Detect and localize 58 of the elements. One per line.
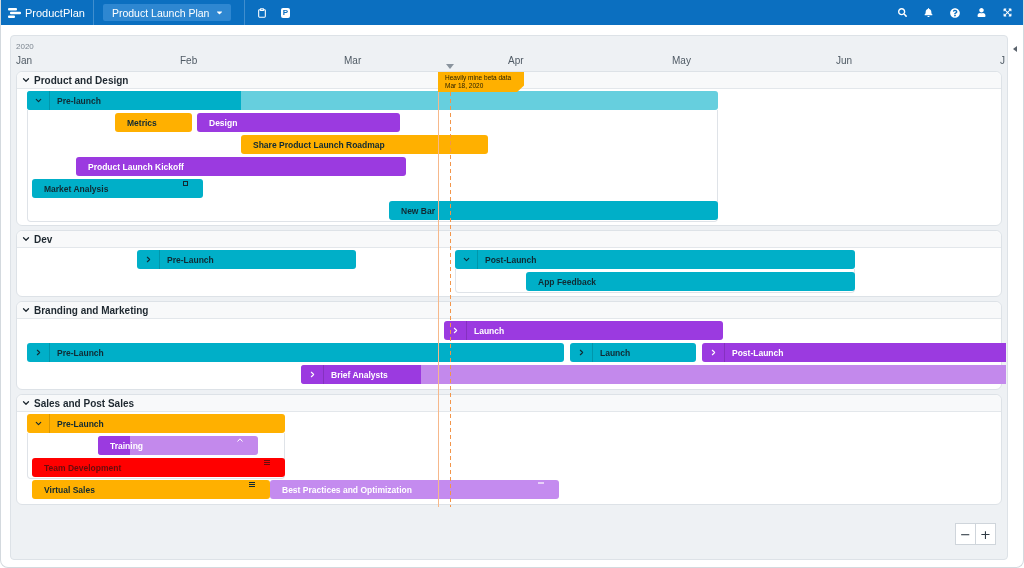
lane-title: Branding and Marketing xyxy=(34,304,149,316)
year-label: 2020 xyxy=(16,42,34,52)
caret-up-icon xyxy=(237,438,243,442)
zoom-in-button[interactable]: + xyxy=(975,523,996,545)
task-bar[interactable]: Design xyxy=(197,113,400,132)
month-label: Jun xyxy=(836,55,853,67)
group-bar[interactable]: Pre-launch xyxy=(27,91,718,110)
group-bar[interactable]: Launch xyxy=(444,321,723,340)
task-bar[interactable]: Market Analysis xyxy=(32,179,203,198)
task-bar[interactable]: App Feedback xyxy=(526,272,855,291)
lane-title: Sales and Post Sales xyxy=(34,397,135,409)
task-bar[interactable]: Team Development xyxy=(32,458,285,477)
user-icon[interactable] xyxy=(977,8,986,17)
chevron-down-icon[interactable] xyxy=(21,75,31,85)
chevron-down-icon[interactable] xyxy=(21,398,31,408)
month-label: Jan xyxy=(16,55,33,67)
month-label: J xyxy=(1000,55,1005,67)
month-label: Feb xyxy=(180,55,198,67)
chevron-down-icon[interactable] xyxy=(33,96,43,105)
group-bar[interactable]: Launch xyxy=(570,343,696,362)
group-bar[interactable]: Post-Launch xyxy=(455,250,855,269)
lines-icon xyxy=(264,460,270,465)
chevron-down-icon[interactable] xyxy=(21,234,31,244)
group-bar[interactable]: Pre-Launch xyxy=(27,414,285,433)
plan-dropdown[interactable]: Product Launch Plan xyxy=(102,4,231,21)
lane-title: Product and Design xyxy=(34,74,129,86)
caret-down-icon xyxy=(214,8,224,17)
chevron-down-icon[interactable] xyxy=(21,305,31,315)
bell-icon[interactable] xyxy=(924,8,933,17)
chevron-down-icon[interactable] xyxy=(461,255,471,264)
task-bar[interactable]: Virtual Sales xyxy=(32,480,270,499)
caret-left-icon[interactable] xyxy=(1013,46,1017,52)
lines-icon xyxy=(249,482,255,487)
zoom-out-button[interactable]: − xyxy=(955,523,976,545)
chevron-down-icon[interactable] xyxy=(33,419,43,428)
task-bar[interactable]: Metrics xyxy=(115,113,192,132)
dash-icon xyxy=(538,482,544,484)
group-bar[interactable]: Pre-Launch xyxy=(137,250,356,269)
group-bar[interactable]: Pre-Launch xyxy=(27,343,564,362)
group-bar[interactable]: Brief Analysts xyxy=(301,365,1006,384)
lane-title: Dev xyxy=(34,233,53,245)
bars-logo-icon[interactable] xyxy=(8,7,21,18)
month-label: May xyxy=(672,55,691,67)
month-label: Mar xyxy=(344,55,362,67)
marker-icon xyxy=(183,181,188,186)
letter-badge[interactable]: P xyxy=(280,7,290,18)
task-bar[interactable]: Training xyxy=(98,436,258,455)
clipboard-icon[interactable] xyxy=(256,7,267,18)
expand-icon[interactable] xyxy=(1003,8,1012,17)
help-icon[interactable] xyxy=(950,7,960,18)
triangle-down-icon xyxy=(446,64,454,69)
task-bar[interactable]: New Bar xyxy=(389,201,718,220)
month-label: Apr xyxy=(508,55,524,67)
search-icon[interactable] xyxy=(898,8,907,17)
task-bar[interactable]: Product Launch Kickoff xyxy=(76,157,406,176)
task-bar[interactable]: Share Product Launch Roadmap xyxy=(241,135,488,154)
group-bar[interactable]: Post-Launch xyxy=(702,343,1006,362)
logo-text[interactable]: ProductPlan xyxy=(25,6,85,19)
